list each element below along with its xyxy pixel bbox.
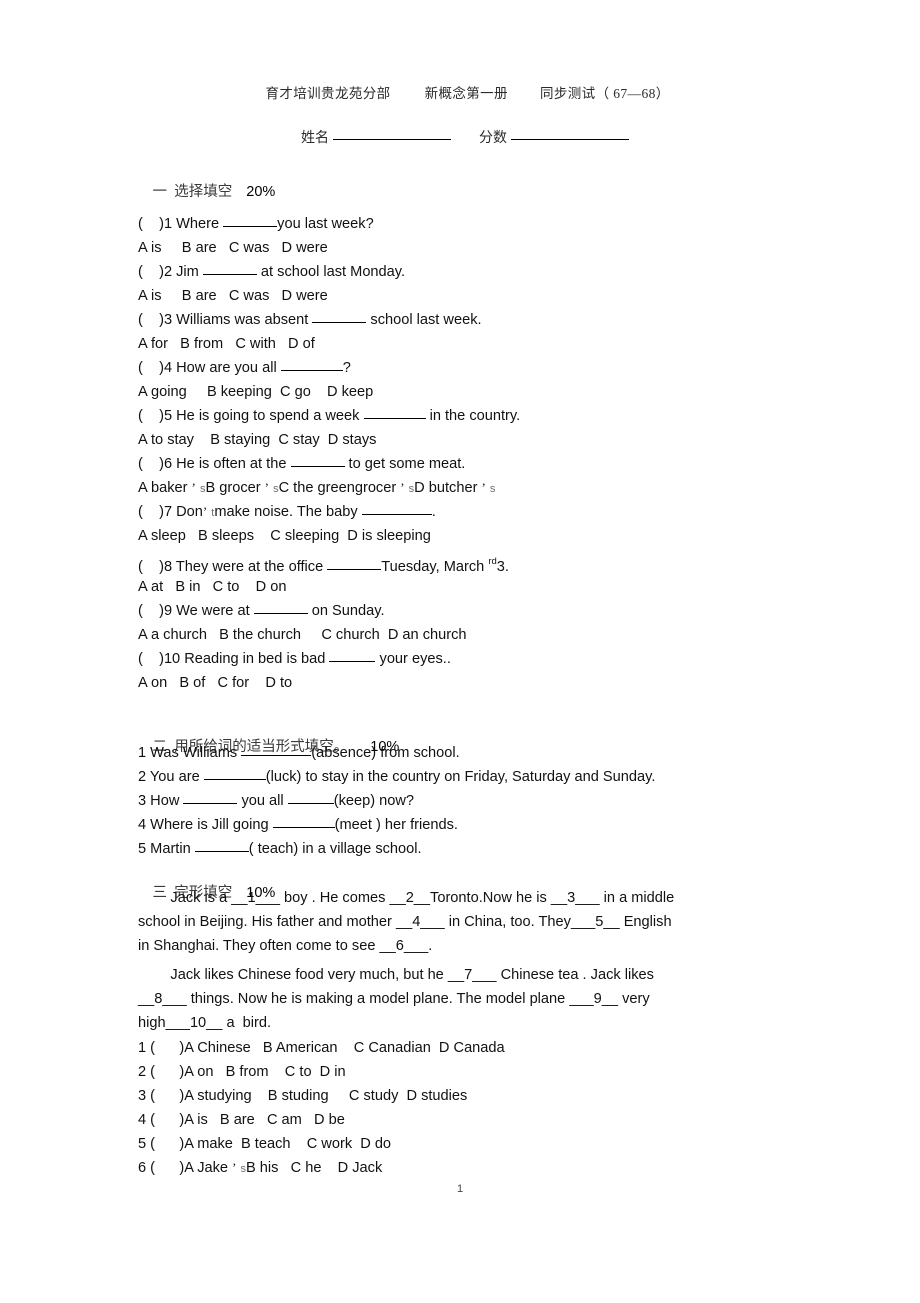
cloze-passage-line-2: school in Beijing. His father and mother… [138, 914, 672, 930]
section-one-points: 20% [246, 184, 276, 200]
q8-stem-pre: ( )8 They were at the office [138, 559, 328, 575]
q1-options: A is B are C was D were [138, 240, 328, 256]
header-book: 新概念第一册 [424, 86, 508, 101]
q6-blank [290, 455, 345, 467]
section-one-heading: 一 选择填空 20% [138, 163, 276, 218]
s2-item-2-pre: 2 You are [138, 769, 204, 785]
s2-item-1: 1 Was Williams (absence) from school. [138, 744, 460, 762]
q6-stem-post: to get some meat. [344, 456, 466, 472]
q7-stem-pre: ( )7 Don’ tmake noise. The baby [138, 504, 362, 520]
header-institution: 育才培训贵龙苑分部 [265, 86, 391, 101]
q2-stem-pre: ( )2 Jim [138, 264, 203, 280]
s2-item-4-pre: 4 Where is Jill going [138, 817, 273, 833]
s2-item-5-blank [194, 840, 249, 852]
q5-blank [363, 407, 426, 419]
cloze-passage-line-5: __8___ things. Now he is making a model … [138, 991, 650, 1007]
s2-item-2-blank [203, 768, 266, 780]
q4-options: A going B keeping C go D keep [138, 384, 374, 400]
s2-item-3-pre: 3 How [138, 793, 184, 809]
s2-item-3-post: you all [237, 793, 288, 809]
q2-options: A is B are C was D were [138, 288, 328, 304]
s2-item-5-pre: 5 Martin [138, 841, 195, 857]
s2-item-3-blank-b [287, 792, 334, 804]
name-label: 姓名 [301, 131, 329, 146]
cloze-choice-1: 1 ( )A Chinese B American C Canadian D C… [138, 1040, 505, 1056]
q10-stem-pre: ( )10 Reading in bed is bad [138, 651, 330, 667]
q9-stem: ( )9 We were at on Sunday. [138, 602, 385, 620]
q8-options: A at B in C to D on [138, 579, 287, 595]
cloze-choice-6: 6 ( )A Jake ’ sB his C he D Jack [138, 1160, 383, 1176]
name-score-line: 姓名 分数 [0, 111, 920, 163]
q4-stem-post: ? [342, 360, 351, 376]
cloze-choice-5: 5 ( )A make B teach C work D do [138, 1136, 392, 1152]
s2-item-3: 3 How you all (keep) now? [138, 792, 414, 810]
q1-blank [223, 215, 278, 227]
score-write-rule [511, 139, 629, 140]
cloze-passage-line-6: high___10__ a bird. [138, 1015, 272, 1031]
s2-item-1-post: (absence) from school. [311, 745, 460, 761]
s2-item-3-blank-a [183, 792, 238, 804]
q10-blank [329, 650, 376, 662]
q7-stem-post: . [431, 504, 436, 520]
q1-stem-pre: ( )1 Where [138, 216, 224, 232]
s2-item-3-post2: (keep) now? [333, 793, 415, 809]
q8-stem: ( )8 They were at the office Tuesday, Ma… [138, 553, 509, 576]
q6-stem: ( )6 He is often at the to get some meat… [138, 455, 465, 473]
q5-stem-post: in the country. [425, 408, 521, 424]
cloze-choice-2: 2 ( )A on B from C to D in [138, 1064, 346, 1080]
q10-stem: ( )10 Reading in bed is bad your eyes.. [138, 650, 451, 668]
q4-blank [280, 359, 343, 371]
q1-stem-post: you last week? [277, 216, 374, 232]
q2-blank [202, 263, 257, 275]
q7-options: A sleep B sleeps C sleeping D is sleepin… [138, 528, 431, 544]
q5-options: A to stay B staying C stay D stays [138, 432, 377, 448]
cloze-passage-line-1: Jack is a __1___ boy . He comes __2__Tor… [138, 890, 675, 906]
q9-blank [253, 602, 308, 614]
cloze-passage-line-3: in Shanghai. They often come to see __6_… [138, 938, 433, 954]
s2-item-2-post: (luck) to stay in the country on Friday,… [265, 769, 656, 785]
q6-stem-pre: ( )6 He is often at the [138, 456, 291, 472]
s2-item-1-pre: 1 Was Williams [138, 745, 242, 761]
q4-stem: ( )4 How are you all ? [138, 359, 351, 377]
q9-stem-post: on Sunday. [307, 603, 385, 619]
cloze-passage-line-4: Jack likes Chinese food very much, but h… [138, 967, 654, 983]
q7-stem: ( )7 Don’ tmake noise. The baby . [138, 503, 436, 522]
s2-item-5-post: ( teach) in a village school. [248, 841, 422, 857]
q5-stem: ( )5 He is going to spend a week in the … [138, 407, 520, 425]
q8-stem-post: Tuesday, March rd3. [381, 556, 509, 575]
q5-stem-pre: ( )5 He is going to spend a week [138, 408, 364, 424]
s2-item-4-post: (meet ) her friends. [334, 817, 458, 833]
worksheet-page: 育才培训贵龙苑分部 新概念第一册 同步测试（ 67—68） 姓名 分数 一 选择填空 2… [0, 0, 920, 1303]
q3-blank [312, 311, 367, 323]
q4-stem-pre: ( )4 How are you all [138, 360, 281, 376]
score-label: 分数 [479, 131, 507, 146]
q9-stem-pre: ( )9 We were at [138, 603, 254, 619]
q1-stem: ( )1 Where you last week? [138, 215, 374, 233]
q6-options: A baker ’ sB grocer ’ sC the greengrocer… [138, 480, 496, 496]
cloze-choice-3: 3 ( )A studying B studing C study D stud… [138, 1088, 468, 1104]
section-one-title: 一 选择填空 [152, 184, 233, 200]
q9-options: A a church B the church C church D an ch… [138, 627, 467, 643]
cloze-choice-4: 4 ( )A is B are C am D be [138, 1112, 345, 1128]
header-test: 同步测试（ 67—68） [539, 86, 670, 101]
q3-stem-post: school last week. [366, 312, 482, 328]
q2-stem: ( )2 Jim at school last Monday. [138, 263, 405, 281]
s2-item-4: 4 Where is Jill going (meet ) her friend… [138, 816, 458, 834]
q10-options: A on B of C for D to [138, 675, 293, 691]
q3-stem-pre: ( )3 Williams was absent [138, 312, 313, 328]
name-write-rule [333, 139, 451, 140]
q3-stem: ( )3 Williams was absent school last wee… [138, 311, 482, 329]
q7-blank [361, 503, 432, 515]
s2-item-4-blank [272, 816, 335, 828]
page-number: 1 [456, 1183, 464, 1195]
s2-item-1-blank [241, 744, 312, 756]
q2-stem-post: at school last Monday. [256, 264, 406, 280]
s2-item-5: 5 Martin ( teach) in a village school. [138, 840, 422, 858]
s2-item-2: 2 You are (luck) to stay in the country … [138, 768, 655, 786]
q3-options: A for B from C with D of [138, 336, 315, 352]
q8-blank [327, 558, 382, 570]
q10-stem-post: your eyes.. [375, 651, 451, 667]
